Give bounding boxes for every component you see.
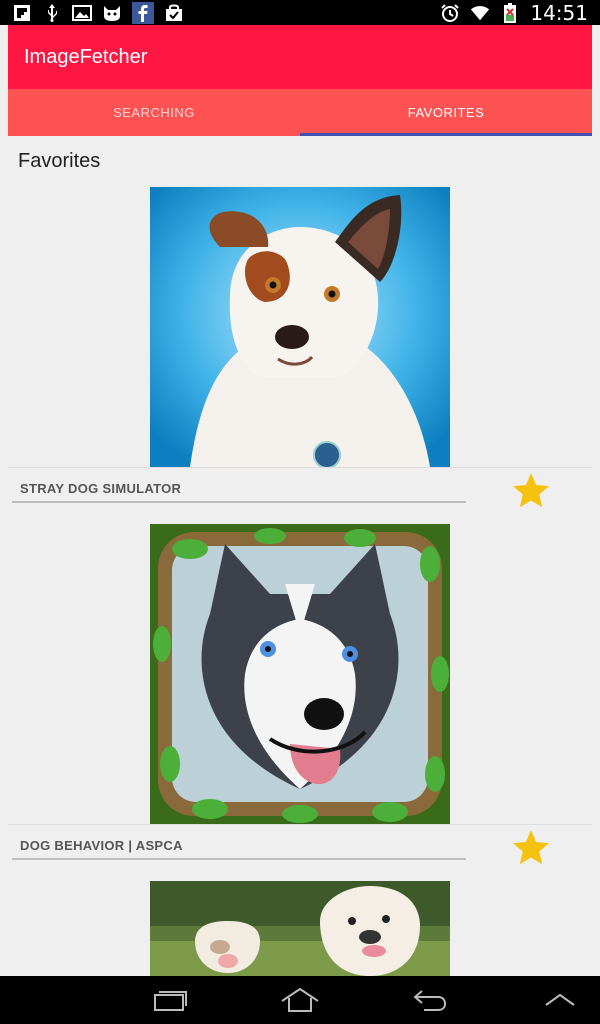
notification-icons bbox=[0, 0, 184, 25]
caption-underline bbox=[12, 501, 466, 503]
up-arrow-icon[interactable] bbox=[520, 976, 600, 1024]
section-title: Favorites bbox=[18, 150, 101, 172]
divider bbox=[8, 824, 592, 825]
favorites-list[interactable]: Favorites STRAY DOG SIMULATOR DOG BEHAVI… bbox=[0, 136, 600, 976]
dog-portrait-image[interactable] bbox=[150, 187, 450, 467]
system-icons: 14:51 bbox=[440, 0, 600, 25]
caption-underline bbox=[12, 858, 466, 860]
tab-searching[interactable]: SEARCHING bbox=[8, 89, 300, 136]
wifi-icon bbox=[470, 4, 490, 22]
cat-icon bbox=[102, 4, 122, 22]
navigation-bar bbox=[0, 976, 600, 1024]
shopping-bag-icon bbox=[164, 4, 184, 22]
flipboard-icon bbox=[12, 4, 32, 22]
bulldogs-image[interactable] bbox=[150, 881, 450, 976]
battery-icon bbox=[500, 2, 520, 23]
alarm-icon bbox=[440, 3, 460, 22]
favorite-caption: DOG BEHAVIOR | ASPCA bbox=[20, 838, 183, 853]
usb-icon bbox=[42, 3, 62, 22]
favorite-caption: STRAY DOG SIMULATOR bbox=[20, 481, 182, 496]
tab-label: SEARCHING bbox=[113, 105, 195, 120]
facebook-icon bbox=[132, 1, 154, 24]
status-clock: 14:51 bbox=[530, 0, 588, 25]
husky-portrait-image[interactable] bbox=[150, 524, 450, 824]
image-icon bbox=[72, 4, 92, 22]
tab-favorites[interactable]: FAVORITES bbox=[300, 89, 592, 136]
tab-label: FAVORITES bbox=[407, 105, 485, 120]
recent-apps-icon[interactable] bbox=[130, 976, 210, 1024]
back-icon[interactable] bbox=[390, 976, 470, 1024]
status-bar: 14:51 bbox=[0, 0, 600, 25]
app-title: ImageFetcher bbox=[24, 45, 148, 68]
favorite-star-icon[interactable] bbox=[509, 826, 553, 870]
favorite-star-icon[interactable] bbox=[509, 469, 553, 513]
tab-bar: SEARCHING FAVORITES bbox=[8, 89, 592, 136]
app-bar: ImageFetcher bbox=[8, 25, 592, 89]
home-icon[interactable] bbox=[260, 976, 340, 1024]
divider bbox=[8, 467, 592, 468]
